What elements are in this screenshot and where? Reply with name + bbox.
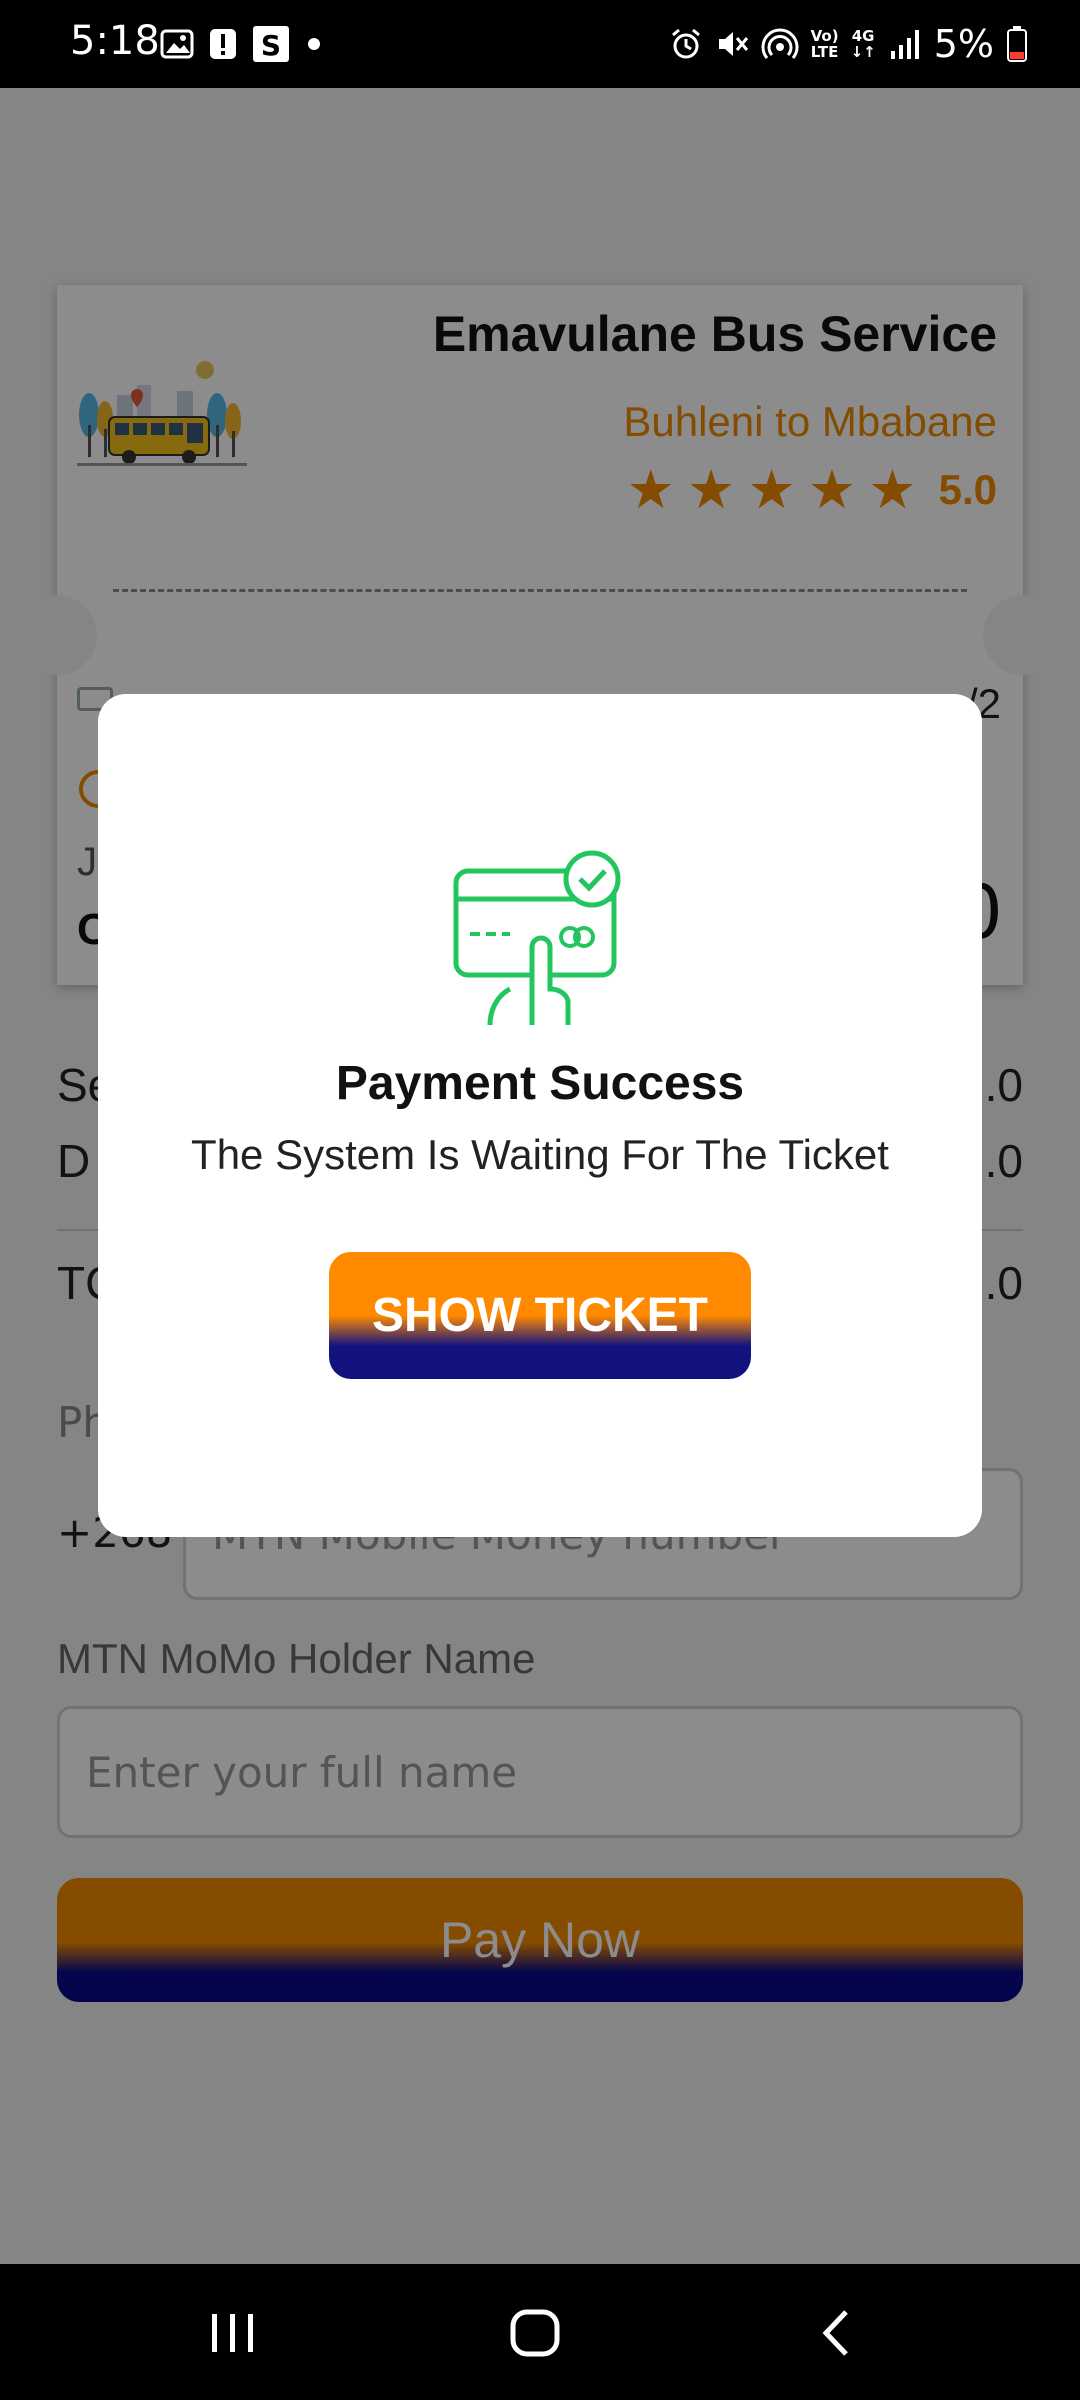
show-ticket-button[interactable]: SHOW TICKET <box>329 1252 751 1379</box>
recent-apps-icon[interactable] <box>198 2298 268 2368</box>
status-notification-icons: S <box>160 22 324 66</box>
status-bar: 5:18 S Vo) LTE 4G ↓↑ 5% <box>0 0 1080 88</box>
home-icon[interactable] <box>500 2298 570 2368</box>
dialog-title: Payment Success <box>335 1057 745 1110</box>
alert-icon <box>210 29 236 59</box>
mute-icon <box>718 32 748 56</box>
battery-icon <box>1007 26 1027 62</box>
battery-percent: 5% <box>933 22 994 66</box>
back-icon[interactable] <box>802 2298 872 2368</box>
status-time: 5:18 <box>70 18 160 64</box>
payment-success-dialog: Payment Success The System Is Waiting Fo… <box>98 694 982 1537</box>
alarm-icon <box>671 28 700 59</box>
signal-icon <box>890 30 919 59</box>
s-app-icon: S <box>253 26 289 62</box>
image-icon <box>160 29 194 59</box>
volte-icon: Vo) LTE <box>810 27 839 61</box>
hotspot-icon <box>761 28 799 59</box>
svg-text:S: S <box>261 29 281 62</box>
navigation-bar <box>0 2264 1080 2400</box>
4g-icon: 4G ↓↑ <box>850 27 876 61</box>
dialog-message: The System Is Waiting For The Ticket <box>191 1131 889 1178</box>
dot-icon <box>308 38 320 50</box>
card-payment-success-icon <box>453 850 621 1026</box>
status-system-icons: Vo) LTE 4G ↓↑ 5% <box>669 22 1028 66</box>
payment-screen: 5:18 S Vo) LTE 4G ↓↑ 5% Emavulane Bus Se… <box>0 0 1080 2400</box>
